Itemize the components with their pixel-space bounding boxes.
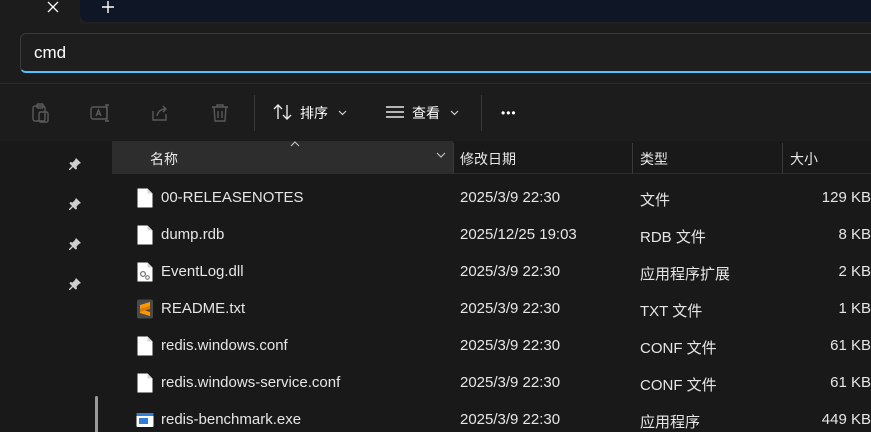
new-tab-icon[interactable] — [98, 0, 118, 17]
dll-icon — [136, 261, 154, 283]
document-icon — [136, 335, 154, 357]
file-type: 应用程序扩展 — [640, 266, 731, 283]
delete-icon[interactable] — [208, 101, 232, 125]
column-divider[interactable] — [782, 143, 783, 174]
pin-icon[interactable] — [68, 236, 82, 250]
view-icon — [384, 103, 406, 124]
file-row[interactable]: redis.windows.conf 2025/3/9 22:30 CONF 文件 6… — [112, 327, 871, 364]
file-name: redis-benchmark.exe — [161, 411, 302, 428]
file-modified-date: 2025/3/9 22:30 — [460, 411, 561, 428]
file-name: README.txt — [161, 300, 246, 317]
file-size: 61 KB — [830, 374, 871, 391]
address-input[interactable] — [20, 33, 871, 73]
file-row[interactable]: README.txt 2025/3/9 22:30 TXT 文件 1 KB — [112, 290, 871, 327]
view-label: 查看 — [412, 105, 440, 121]
document-icon — [136, 372, 154, 394]
address-bar-area — [0, 24, 871, 84]
sort-ascending-icon — [290, 139, 300, 150]
file-type: 文件 — [640, 192, 671, 209]
column-header: 名称 修改日期 类型 大小 — [112, 141, 871, 174]
view-button[interactable]: 查看 — [384, 99, 459, 127]
active-tab[interactable] — [0, 0, 80, 24]
tab-strip — [0, 0, 871, 24]
toolbar-separator — [481, 95, 482, 131]
file-modified-date: 2025/12/25 19:03 — [460, 226, 577, 243]
paste-icon[interactable] — [28, 101, 52, 125]
file-size: 129 KB — [821, 189, 871, 206]
file-type: RDB 文件 — [640, 229, 706, 246]
file-row[interactable]: redis-benchmark.exe 2025/3/9 22:30 应用程序 449… — [112, 401, 871, 432]
file-type: TXT 文件 — [640, 303, 703, 320]
more-options-button[interactable]: ••• — [501, 99, 517, 127]
size-column-header[interactable]: 大小 — [790, 149, 818, 169]
file-row[interactable]: redis.windows-service.conf 2025/3/9 22:30… — [112, 364, 871, 401]
file-size: 449 KB — [821, 411, 871, 428]
rename-icon[interactable] — [88, 101, 112, 125]
sort-button[interactable]: 排序 — [272, 99, 347, 127]
sort-chevron-down-icon — [338, 108, 347, 119]
tab-strip-background — [80, 0, 871, 22]
name-column-label: 名称 — [150, 151, 178, 167]
file-type: CONF 文件 — [640, 377, 717, 394]
more-icon: ••• — [501, 106, 517, 120]
file-row[interactable]: dump.rdb 2025/12/25 19:03 RDB 文件 8 KB — [112, 216, 871, 253]
close-tab-icon[interactable] — [44, 0, 62, 16]
file-name: redis.windows-service.conf — [161, 374, 341, 391]
pin-icon[interactable] — [68, 276, 82, 290]
file-modified-date: 2025/3/9 22:30 — [460, 374, 561, 391]
file-modified-date: 2025/3/9 22:30 — [460, 300, 561, 317]
sort-icon — [272, 102, 294, 125]
sublime-icon — [136, 298, 154, 320]
file-row[interactable]: 00-RELEASENOTES 2025/3/9 22:30 文件 129 KB — [112, 179, 871, 216]
file-size: 1 KB — [838, 300, 871, 317]
file-size: 61 KB — [830, 337, 871, 354]
column-divider[interactable] — [632, 143, 633, 174]
date-column-header[interactable]: 修改日期 — [460, 149, 516, 169]
sort-label: 排序 — [300, 105, 328, 121]
navigation-pane — [0, 141, 112, 432]
file-size: 8 KB — [838, 226, 871, 243]
pin-icon[interactable] — [68, 156, 82, 170]
file-modified-date: 2025/3/9 22:30 — [460, 263, 561, 280]
file-list: 名称 修改日期 类型 大小 00-RELEASENOTES 2025/3/9 22… — [112, 141, 871, 432]
file-name: redis.windows.conf — [161, 337, 288, 354]
file-size: 2 KB — [838, 263, 871, 280]
toolbar-separator — [254, 95, 255, 131]
pin-icon[interactable] — [68, 196, 82, 210]
name-column-dropdown-icon[interactable] — [436, 150, 446, 161]
type-column-header[interactable]: 类型 — [640, 149, 668, 169]
document-icon — [136, 224, 154, 246]
file-modified-date: 2025/3/9 22:30 — [460, 337, 561, 354]
file-row[interactable]: EventLog.dll 2025/3/9 22:30 应用程序扩展 2 KB — [112, 253, 871, 290]
nav-scrollbar[interactable] — [95, 396, 98, 432]
document-icon — [136, 187, 154, 209]
file-name: dump.rdb — [161, 226, 225, 243]
file-type: 应用程序 — [640, 414, 701, 431]
exe-icon — [136, 409, 154, 431]
column-divider[interactable] — [453, 143, 454, 174]
share-icon[interactable] — [148, 101, 172, 125]
view-chevron-down-icon — [450, 108, 459, 119]
command-bar: 排序 查看 ••• — [0, 85, 871, 141]
file-name: EventLog.dll — [161, 263, 244, 280]
file-type: CONF 文件 — [640, 340, 717, 357]
file-modified-date: 2025/3/9 22:30 — [460, 189, 561, 206]
file-name: 00-RELEASENOTES — [161, 189, 304, 206]
